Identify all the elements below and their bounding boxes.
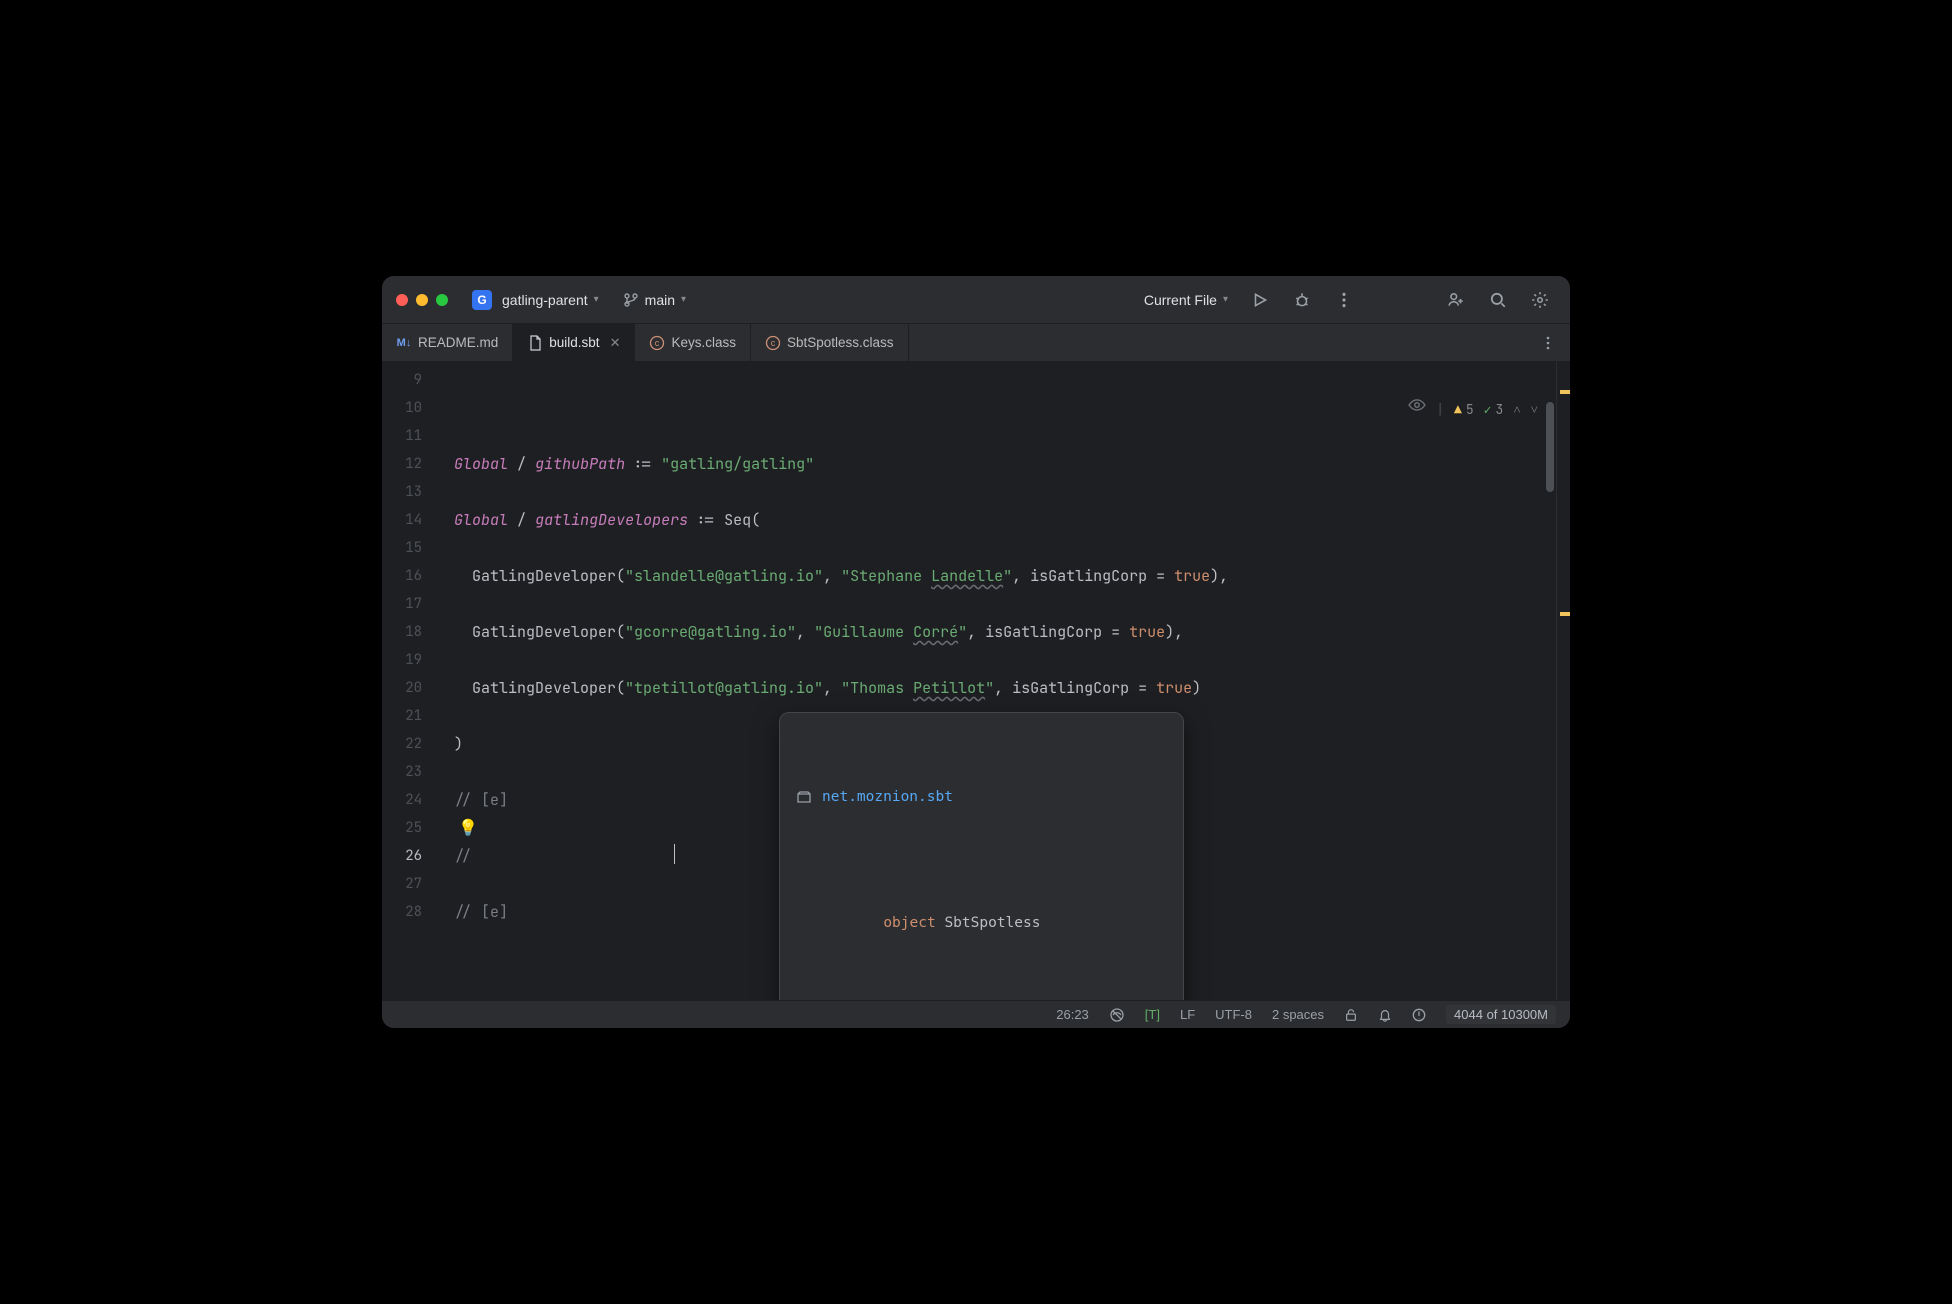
problems-icon[interactable] [1412, 1008, 1426, 1022]
close-window-button[interactable] [396, 294, 408, 306]
debug-button[interactable] [1292, 290, 1312, 310]
zoom-window-button[interactable] [436, 294, 448, 306]
warnings-count[interactable]: ▲ 5 [1454, 396, 1474, 424]
error-stripe[interactable] [1556, 362, 1570, 1000]
sbt-file-icon [527, 335, 543, 351]
search-button[interactable] [1488, 290, 1508, 310]
ide-window: G gatling-parent ▾ main ▾ Current File ▾ [382, 276, 1570, 1028]
vertical-scrollbar[interactable] [1546, 402, 1554, 492]
code-with-me-button[interactable] [1446, 290, 1466, 310]
run-button[interactable] [1250, 290, 1270, 310]
tab-build-sbt[interactable]: build.sbt ✕ [513, 324, 635, 361]
line-separator[interactable]: LF [1180, 1007, 1195, 1022]
tab-keys-class[interactable]: c Keys.class [635, 324, 751, 361]
project-icon: G [472, 290, 492, 310]
package-icon [796, 789, 812, 805]
tab-overflow-button[interactable] [1526, 324, 1570, 361]
window-controls [396, 294, 448, 306]
chevron-down-icon: ▾ [594, 294, 599, 305]
class-file-icon: c [765, 335, 781, 351]
svg-text:c: c [771, 338, 776, 348]
tab-sbtspotless-class[interactable]: c SbtSpotless.class [751, 324, 909, 361]
editor: 910111213141516171819202122232425262728 … [382, 362, 1570, 1000]
editor-tabs: M↓ README.md build.sbt ✕ c Keys.class c … [382, 324, 1570, 362]
no-newline-icon[interactable] [1109, 1007, 1125, 1023]
quick-doc-popup: net.moznion.sbt object SbtSpotless exten… [779, 712, 1184, 1000]
run-config-label: Current File [1144, 292, 1217, 308]
close-tab-button[interactable]: ✕ [610, 335, 621, 351]
tab-label: SbtSpotless.class [787, 335, 894, 350]
settings-button[interactable] [1530, 290, 1550, 310]
code-area[interactable]: | ▲ 5 ✓ 3 ˄ ˅ Global / githubPath := "ga… [446, 362, 1556, 1000]
more-actions-button[interactable] [1334, 290, 1354, 310]
tab-mode[interactable]: [T] [1145, 1007, 1160, 1022]
tab-label: README.md [418, 335, 498, 350]
markdown-icon: M↓ [396, 335, 412, 351]
branch-icon [623, 292, 639, 308]
notifications-icon[interactable] [1378, 1008, 1392, 1022]
next-highlight-button[interactable]: ˅ [1531, 396, 1538, 424]
project-selector[interactable]: gatling-parent ▾ [502, 292, 599, 308]
tab-label: build.sbt [549, 335, 599, 350]
reader-mode-icon[interactable] [1330, 368, 1426, 452]
vcs-branch-selector[interactable]: main ▾ [623, 292, 686, 308]
chevron-down-icon: ▾ [681, 294, 686, 305]
check-icon: ✓ [1484, 396, 1492, 424]
minimize-window-button[interactable] [416, 294, 428, 306]
tab-label: Keys.class [671, 335, 736, 350]
titlebar: G gatling-parent ▾ main ▾ Current File ▾ [382, 276, 1570, 324]
status-bar: 26:23 [T] LF UTF-8 2 spaces 4044 of 1030… [382, 1000, 1570, 1028]
warning-icon: ▲ [1454, 396, 1462, 424]
memory-indicator[interactable]: 4044 of 10300M [1446, 1005, 1556, 1024]
branch-name: main [645, 292, 675, 308]
ok-count[interactable]: ✓ 3 [1484, 396, 1504, 424]
intention-bulb-icon[interactable]: 💡 [458, 814, 478, 842]
project-name: gatling-parent [502, 292, 588, 308]
inspection-widget[interactable]: | ▲ 5 ✓ 3 ˄ ˅ [1330, 368, 1538, 452]
chevron-down-icon: ▾ [1223, 294, 1228, 305]
tab-readme[interactable]: M↓ README.md [382, 324, 513, 361]
text-caret [674, 844, 675, 864]
svg-text:c: c [655, 338, 660, 348]
readonly-toggle[interactable] [1344, 1008, 1358, 1022]
file-encoding[interactable]: UTF-8 [1215, 1007, 1252, 1022]
class-file-icon: c [649, 335, 665, 351]
package-name: net.moznion.sbt [822, 783, 953, 811]
run-config-selector[interactable]: Current File ▾ [1144, 292, 1228, 308]
caret-position[interactable]: 26:23 [1056, 1007, 1089, 1022]
prev-highlight-button[interactable]: ˄ [1513, 396, 1520, 424]
indent-settings[interactable]: 2 spaces [1272, 1007, 1324, 1022]
gutter[interactable]: 910111213141516171819202122232425262728 [382, 362, 446, 1000]
